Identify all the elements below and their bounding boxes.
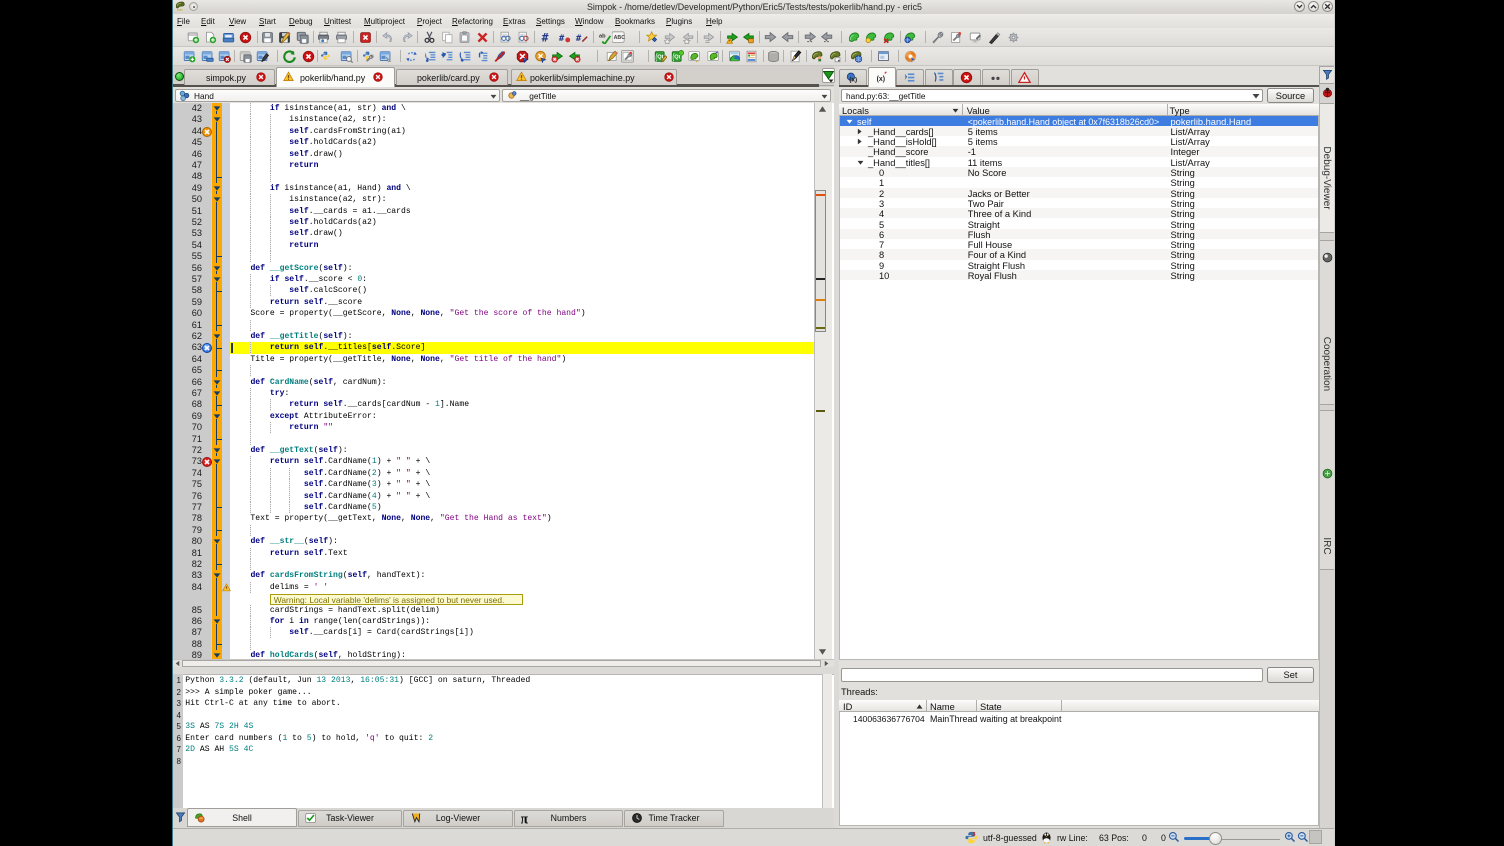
svg-text:#: #: [558, 34, 564, 44]
svg-text:3: 3: [972, 832, 975, 838]
svg-text:(x): (x): [849, 77, 857, 84]
svg-text:(x): (x): [876, 76, 884, 83]
svg-text:#: #: [576, 34, 582, 44]
svg-text:ABC: ABC: [614, 35, 625, 41]
svg-text:ab: ab: [599, 34, 606, 40]
svg-text:#: #: [542, 31, 549, 44]
svg-text:Qt: Qt: [674, 55, 680, 61]
